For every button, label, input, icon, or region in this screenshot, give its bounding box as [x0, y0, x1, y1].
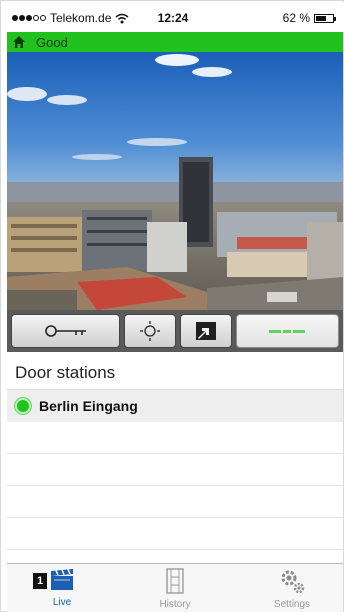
- light-button[interactable]: [124, 314, 176, 348]
- tab-label: Live: [52, 597, 72, 608]
- film-strip-icon: [166, 568, 184, 594]
- camera-live-view[interactable]: [7, 52, 343, 310]
- connection-status-bar: Good: [7, 32, 343, 52]
- door-stations-heading: Door stations: [7, 353, 343, 389]
- tab-bar: Live History Settings: [7, 563, 343, 612]
- door-station-name: Berlin Eingang: [39, 398, 138, 414]
- app-frame: Telekom.de 12:24 62 % Good Door stations…: [0, 0, 344, 612]
- status-bar: Telekom.de 12:24 62 %: [2, 2, 344, 32]
- door-station-item[interactable]: Berlin Eingang: [7, 390, 343, 422]
- tab-history[interactable]: History: [135, 568, 215, 610]
- connection-status-label: Good: [36, 34, 68, 50]
- online-status-icon: [15, 398, 31, 414]
- camera-switch-icon: [195, 322, 216, 340]
- list-item: [7, 518, 343, 550]
- tab-settings[interactable]: Settings: [252, 568, 332, 610]
- list-item: [7, 486, 343, 518]
- list-item: [7, 422, 343, 454]
- gears-icon: [281, 570, 305, 594]
- end-call-button[interactable]: [235, 314, 339, 348]
- battery-group: 62 %: [282, 11, 336, 25]
- key-icon: [44, 325, 86, 337]
- battery-percent: 62 %: [282, 11, 310, 25]
- list-item: [7, 454, 343, 486]
- tab-label: History: [159, 599, 191, 610]
- home-icon: [13, 36, 25, 48]
- door-open-button[interactable]: [11, 314, 121, 348]
- light-bulb-icon: [140, 321, 161, 341]
- hang-up-icon: [269, 330, 306, 333]
- call-control-bar: [7, 310, 343, 352]
- camera-switch-button[interactable]: [179, 314, 232, 348]
- tab-label: Settings: [273, 599, 311, 610]
- battery-icon: [314, 13, 336, 23]
- step-number-badge: 1: [33, 573, 47, 589]
- clapperboard-icon: [51, 569, 73, 590]
- city-skyline-image: [7, 52, 343, 310]
